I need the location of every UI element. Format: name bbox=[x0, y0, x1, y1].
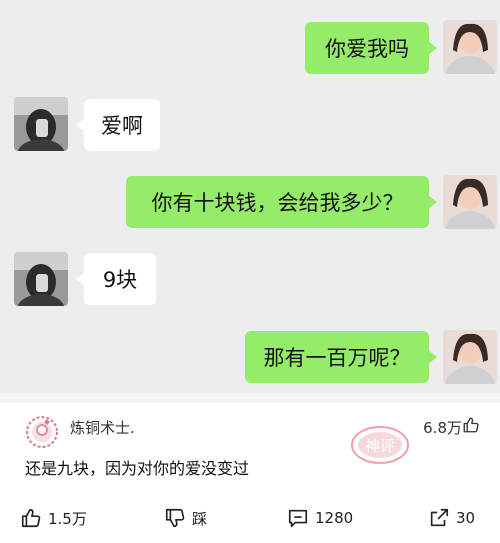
share-icon bbox=[430, 508, 449, 527]
comment-like-count: 6.8万 bbox=[423, 419, 462, 437]
thumbs-up-icon bbox=[21, 508, 41, 528]
message-text: 9块 bbox=[102, 268, 138, 292]
comment-icon bbox=[288, 509, 308, 528]
share-count: 30 bbox=[456, 509, 476, 527]
top-comment: 炼铜术士. 神评 6.8万 还是九块，因为对你的爱没变过 bbox=[0, 403, 500, 493]
stamp-text: 神评 bbox=[365, 437, 395, 455]
thumbs-down-icon bbox=[165, 508, 185, 528]
sender-avatar bbox=[443, 330, 497, 384]
like-button[interactable]: 1.5万 bbox=[20, 507, 87, 529]
receiver-avatar bbox=[14, 252, 68, 306]
comment-button[interactable]: 1280 bbox=[287, 507, 353, 529]
message-bubble-sent: 那有一百万呢？ bbox=[245, 331, 437, 383]
sender-avatar bbox=[443, 20, 497, 74]
message-bubble-sent: 你爱我吗 bbox=[305, 22, 437, 74]
section-divider bbox=[0, 393, 500, 403]
dislike-button[interactable]: 踩 bbox=[164, 507, 207, 529]
message-bubble-received: 9块 bbox=[76, 253, 156, 305]
like-count: 1.5万 bbox=[48, 509, 87, 528]
comment-text: 还是九块，因为对你的爱没变过 bbox=[25, 459, 250, 478]
commenter-avatar[interactable] bbox=[25, 415, 59, 449]
message-text: 那有一百万呢？ bbox=[263, 346, 411, 370]
divine-comment-stamp: 神评 bbox=[351, 426, 409, 464]
receiver-avatar bbox=[14, 97, 68, 151]
share-button[interactable]: 30 bbox=[428, 507, 475, 529]
action-bar: 1.5万 踩 1280 30 bbox=[0, 493, 500, 543]
commenter-username[interactable]: 炼铜术士. bbox=[70, 417, 135, 438]
message-bubble-received: 爱啊 bbox=[76, 99, 160, 151]
comment-count: 1280 bbox=[315, 509, 354, 527]
thumbs-up-icon[interactable] bbox=[462, 416, 480, 434]
message-text: 爱啊 bbox=[101, 114, 143, 138]
chat-screenshot: 你爱我吗 爱啊 你有十块钱，会给我多少？ 9块 那有一百万呢？ bbox=[0, 0, 500, 393]
message-text: 你有十块钱，会给我多少？ bbox=[151, 191, 404, 215]
message-text: 你爱我吗 bbox=[325, 37, 409, 61]
message-bubble-sent: 你有十块钱，会给我多少？ bbox=[126, 176, 437, 228]
dislike-label: 踩 bbox=[192, 509, 208, 528]
sender-avatar bbox=[443, 175, 497, 229]
